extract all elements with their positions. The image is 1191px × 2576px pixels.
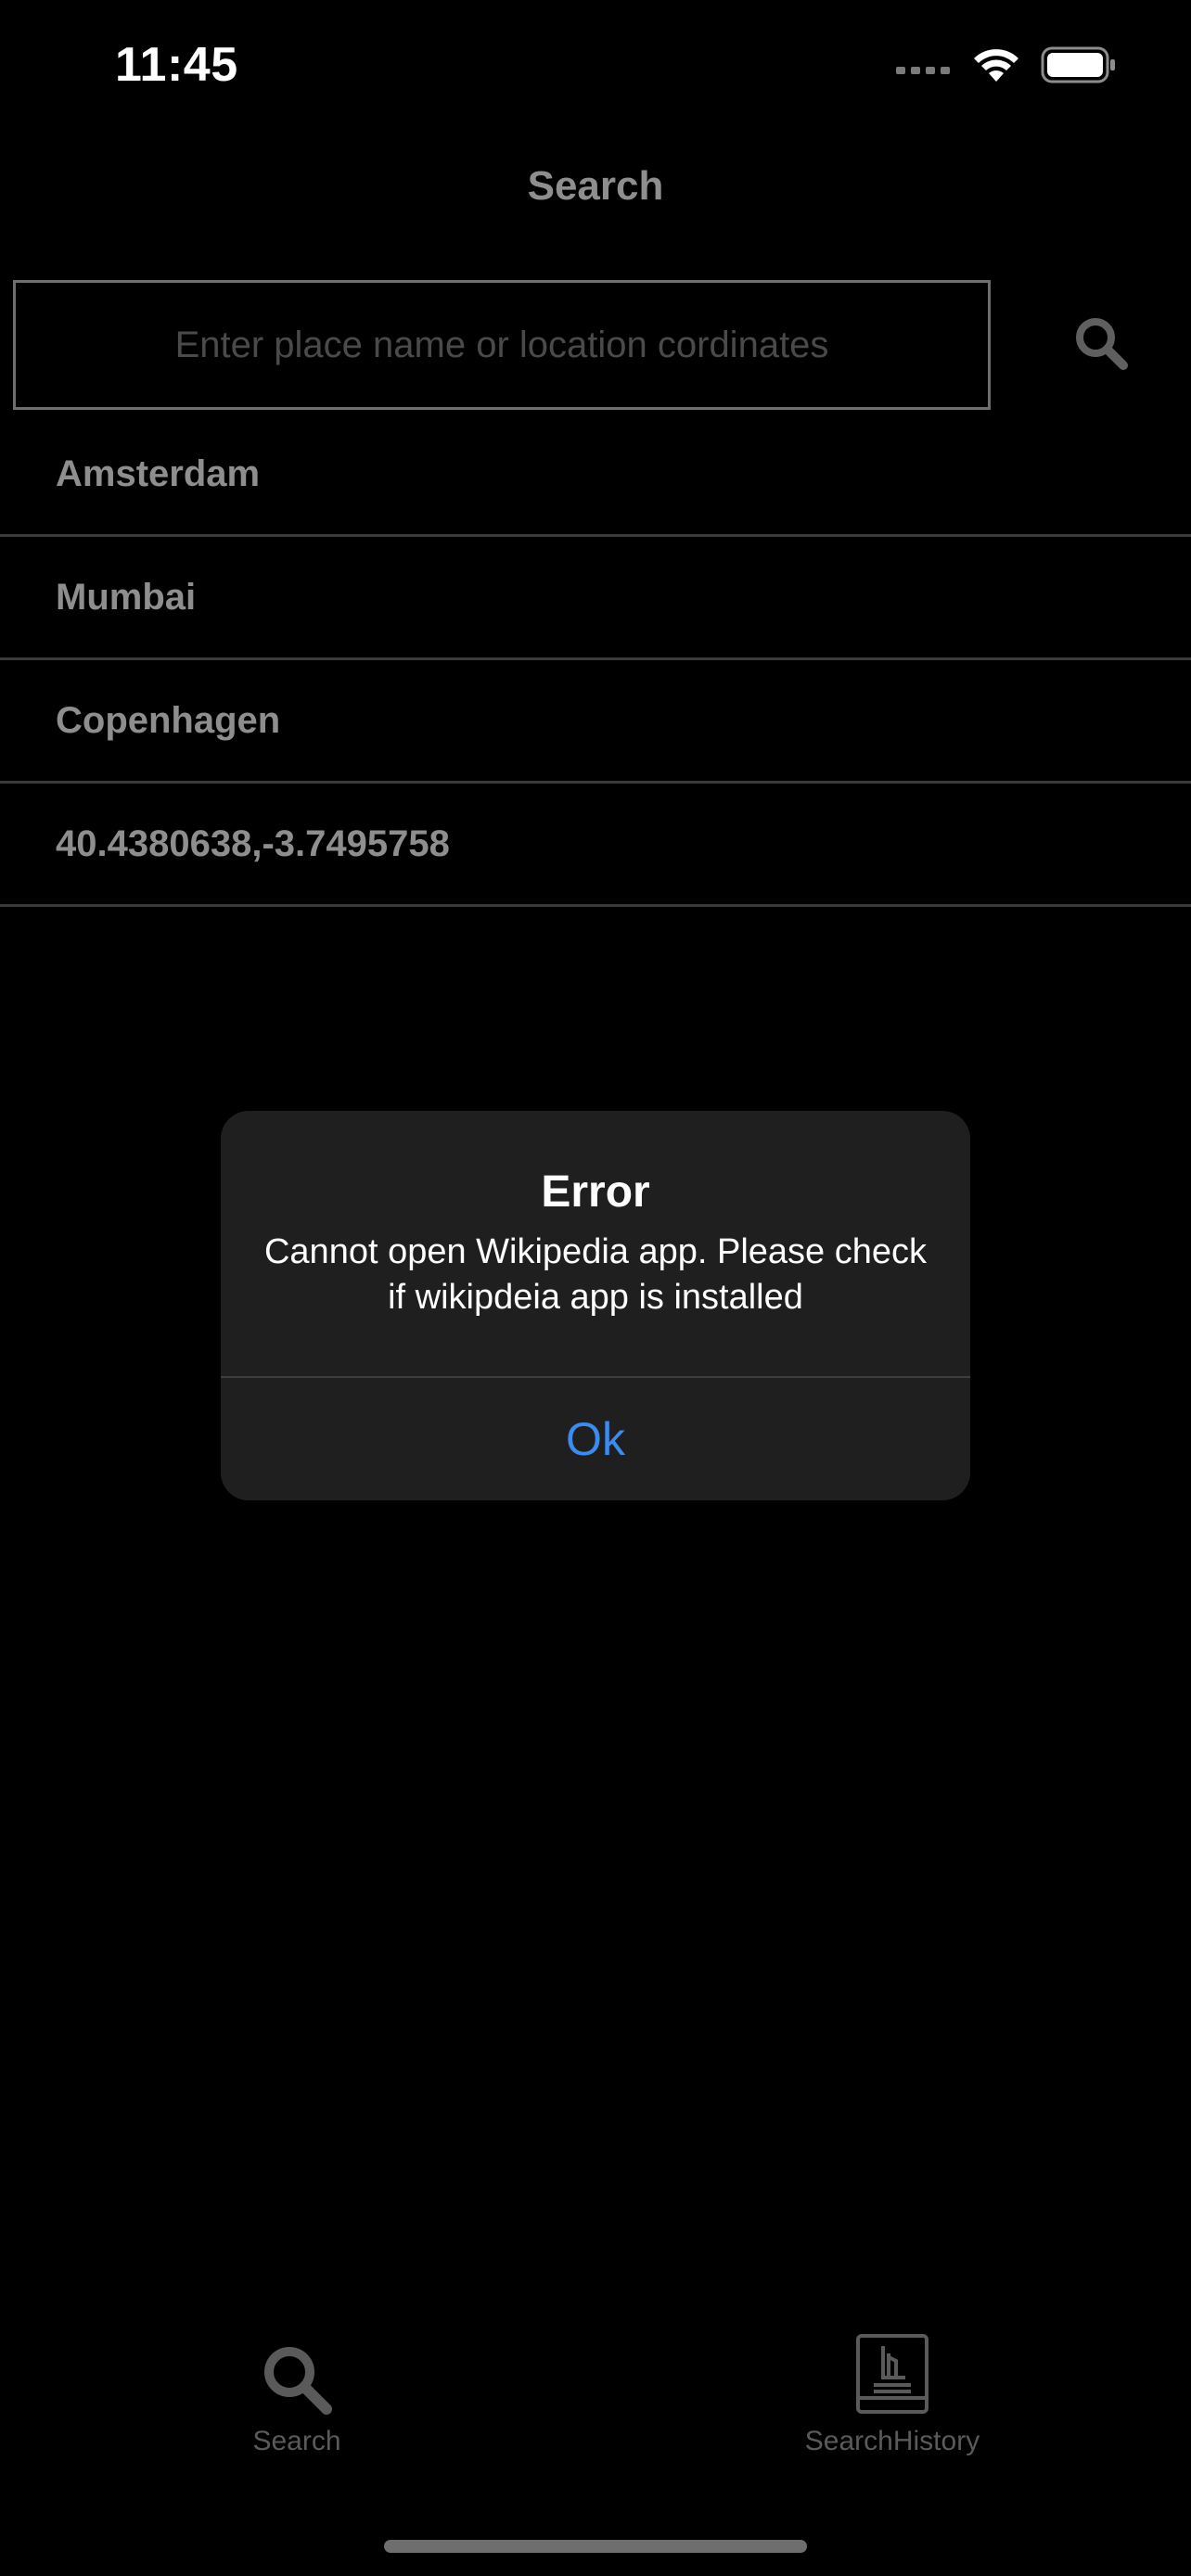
tab-label: SearchHistory	[804, 2426, 980, 2456]
list-item-label: Amsterdam	[56, 453, 261, 494]
search-button[interactable]	[1067, 310, 1135, 380]
list-item-coordinates[interactable]: 40.4380638,-3.7495758	[0, 784, 1191, 907]
wifi-icon	[972, 46, 1020, 88]
list-item-label: 40.4380638,-3.7495758	[56, 823, 450, 864]
cellular-signal-icon	[896, 56, 952, 79]
search-history-list: Amsterdam Mumbai Copenhagen 40.4380638,-…	[0, 414, 1191, 907]
search-input[interactable]	[13, 280, 991, 410]
ok-button[interactable]: Ok	[221, 1378, 970, 1500]
list-item-label: Copenhagen	[56, 699, 281, 741]
battery-icon	[1041, 46, 1117, 88]
list-item-label: Mumbai	[56, 576, 197, 618]
page-title: Search	[527, 163, 664, 209]
status-bar: 11:45	[0, 0, 1191, 139]
home-indicator	[384, 2540, 807, 2553]
tab-label: Search	[252, 2426, 341, 2456]
search-icon	[260, 2337, 334, 2415]
status-time: 11:45	[115, 38, 238, 92]
list-item-mumbai[interactable]: Mumbai	[0, 537, 1191, 660]
list-item-amsterdam[interactable]: Amsterdam	[0, 414, 1191, 537]
tab-search-history[interactable]: SearchHistory	[772, 2334, 1013, 2457]
tab-search[interactable]: Search	[204, 2337, 390, 2457]
tab-bar: Search SearchHistory	[0, 2334, 1191, 2485]
status-icons	[896, 45, 1117, 89]
error-alert: Error Cannot open Wikipedia app. Please …	[221, 1111, 970, 1500]
list-item-copenhagen[interactable]: Copenhagen	[0, 660, 1191, 784]
alert-title: Error	[541, 1167, 650, 1217]
alert-message: Cannot open Wikipedia app. Please check …	[263, 1232, 927, 1317]
book-icon	[855, 2334, 929, 2415]
search-icon	[1073, 315, 1129, 376]
